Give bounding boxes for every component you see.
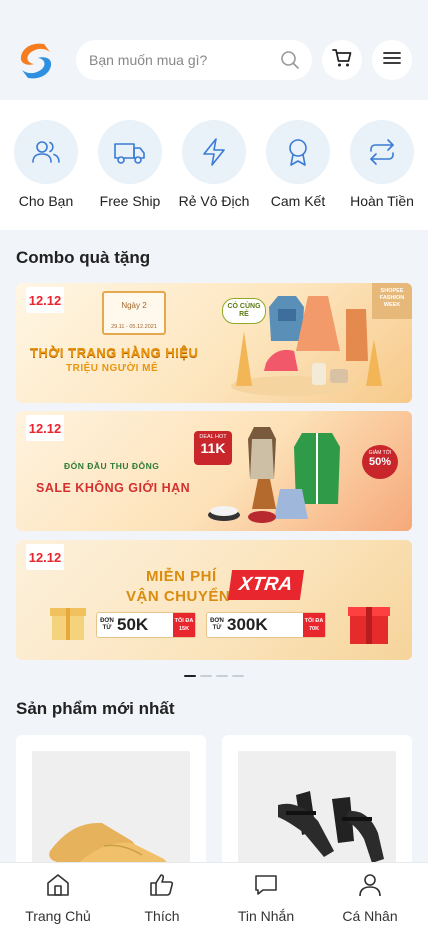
voucher-max: TỐI ĐA 70K xyxy=(303,613,325,637)
promo-banner-fashion[interactable]: 12.12 Ngày 2 29.11 - 05.12.2021 THỜI TRA… xyxy=(16,283,412,403)
header xyxy=(0,0,428,100)
category-label: Cho Bạn xyxy=(18,193,74,209)
category-re-vo-dich[interactable]: Rẻ Vô Địch xyxy=(179,120,249,230)
gift-box-right-icon xyxy=(348,607,390,644)
banner-subline: TRIỆU NGƯỜI MÊ xyxy=(66,363,159,374)
lightning-icon xyxy=(182,120,246,184)
date-label: Ngày 2 xyxy=(121,301,147,310)
nav-label: Thích xyxy=(144,908,180,924)
category-cho-ban[interactable]: Cho Bạn xyxy=(14,120,78,230)
banner-subline: SALE KHÔNG GIỚI HẠN xyxy=(36,481,191,495)
nav-profile[interactable]: Cá Nhân xyxy=(325,863,415,926)
category-hoan-tien[interactable]: Hoàn Tiền xyxy=(350,120,414,230)
nav-home[interactable]: Trang Chủ xyxy=(13,863,103,926)
carousel-dots xyxy=(0,675,428,679)
search-bar[interactable] xyxy=(76,40,312,80)
search-input[interactable] xyxy=(89,52,269,68)
banner-headline: MIỄN PHÍ xyxy=(146,568,217,585)
promo-tag: 12.12 xyxy=(26,415,64,441)
voucher-prefix: ĐƠN TỪ xyxy=(210,618,224,631)
promo-tag: 12.12 xyxy=(26,544,64,570)
category-label: Rẻ Vô Địch xyxy=(178,193,250,209)
cart-icon xyxy=(331,47,353,74)
nav-messages[interactable]: Tin Nhắn xyxy=(221,863,311,926)
voucher-300k: ĐƠN TỪ 300K TỐI ĐA 70K xyxy=(206,612,326,638)
carousel-dot[interactable] xyxy=(200,675,212,677)
menu-button[interactable] xyxy=(372,40,412,80)
banner-subline: VẬN CHUYỂN xyxy=(126,588,231,605)
new-products-title: Sản phẩm mới nhất xyxy=(16,699,175,718)
promo-banner-winter-sale[interactable]: 12.12 ĐÓN ĐẦU THU ĐÔNG SALE KHÔNG GIỚI H… xyxy=(16,411,412,531)
category-label: Cam Kết xyxy=(270,193,326,209)
banner-headline: THỜI TRANG HÀNG HIỆU xyxy=(30,345,199,360)
date-range: 29.11 - 05.12.2021 xyxy=(111,324,157,330)
home-icon xyxy=(45,872,71,903)
promo-tag: 12.12 xyxy=(26,287,64,313)
voucher-value: 50K xyxy=(117,615,149,634)
voucher-prefix: ĐƠN TỪ xyxy=(100,618,114,631)
carousel-dot[interactable] xyxy=(232,675,244,677)
category-free-ship[interactable]: Free Ship xyxy=(98,120,162,230)
nav-label: Tin Nhắn xyxy=(237,908,295,924)
menu-icon xyxy=(382,50,402,71)
logo[interactable] xyxy=(14,40,58,82)
user-icon xyxy=(357,872,383,903)
award-icon xyxy=(266,120,330,184)
carousel-dot[interactable] xyxy=(184,675,196,677)
message-icon xyxy=(253,872,279,903)
voucher-50k: ĐƠN TỪ 50K TỐI ĐA 15K xyxy=(96,612,196,638)
carousel-dot[interactable] xyxy=(216,675,228,677)
thumbs-up-icon xyxy=(149,872,175,903)
users-icon xyxy=(14,120,78,184)
category-label: Hoàn Tiền xyxy=(350,193,414,209)
category-label: Free Ship xyxy=(99,193,161,209)
combo-title: Combo quà tặng xyxy=(16,248,151,267)
category-cam-ket[interactable]: Cam Kết xyxy=(266,120,330,230)
category-row: Cho Bạn Free Ship Rẻ Vô Địch Cam Kết Hoà… xyxy=(0,100,428,230)
refresh-icon xyxy=(350,120,414,184)
search-icon[interactable] xyxy=(280,50,300,70)
truck-icon xyxy=(98,120,162,184)
xtra-label: XTRA xyxy=(227,570,305,600)
promo-banner-free-shipping[interactable]: 12.12 MIỄN PHÍ VẬN CHUYỂN XTRA ĐƠN TỪ 50… xyxy=(16,540,412,660)
nav-like[interactable]: Thích xyxy=(117,863,207,926)
banner-headline: ĐÓN ĐẦU THU ĐÔNG xyxy=(64,461,160,471)
fashion-items-illustration xyxy=(231,296,382,396)
voucher-max: TỐI ĐA 15K xyxy=(173,613,195,637)
date-box: Ngày 2 29.11 - 05.12.2021 xyxy=(102,291,166,335)
gift-box-left-icon xyxy=(50,608,86,640)
bottom-navigation: Trang Chủ Thích Tin Nhắn Cá Nhân xyxy=(0,862,428,926)
nav-label: Cá Nhân xyxy=(342,908,398,924)
cart-button[interactable] xyxy=(322,40,362,80)
winter-clothes-illustration xyxy=(208,427,340,523)
voucher-value: 300K xyxy=(227,615,268,634)
nav-label: Trang Chủ xyxy=(25,908,91,924)
